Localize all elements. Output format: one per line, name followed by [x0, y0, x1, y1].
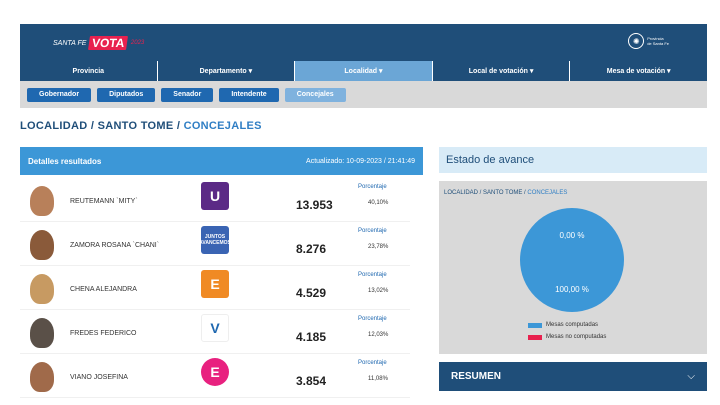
legend-swatch-not-computed	[528, 334, 542, 340]
candidate-avatar	[30, 362, 54, 392]
nav-provincia[interactable]: Provincia	[20, 61, 157, 81]
candidate-name: VIANO JOSEFINA	[70, 374, 128, 381]
percentage-label: Porcentaje	[358, 360, 387, 366]
progress-title: Estado de avance	[439, 147, 707, 173]
updated-timestamp: Actualizado: 10-09-2023 / 21:41:49	[306, 157, 415, 165]
progress-crumb-localidad[interactable]: LOCALIDAD	[444, 190, 478, 196]
party-logo: U	[201, 182, 229, 210]
resumen-accordion[interactable]: RESUMEN ⌵	[439, 362, 707, 391]
party-logo: JUNTOS AVANCEMOS	[199, 226, 231, 254]
candidate-votes: 4.529	[296, 286, 327, 300]
progress-crumb-santo-tome[interactable]: SANTO TOME	[483, 190, 522, 196]
party-logo: E	[201, 270, 229, 298]
candidate-name: ZAMORA ROSANA `CHANI`	[70, 242, 160, 249]
breadcrumb-localidad[interactable]: LOCALIDAD	[20, 120, 87, 132]
percentage-label: Porcentaje	[358, 228, 387, 234]
logo-prefix: SANTA FE	[53, 39, 87, 47]
legend-computed-label: Mesas computadas	[546, 322, 599, 328]
candidate-votes: 4.185	[296, 330, 327, 344]
breadcrumb-santo-tome[interactable]: SANTO TOME	[98, 120, 174, 132]
candidate-votes: 8.276	[296, 242, 327, 256]
breadcrumb: LOCALIDAD / SANTO TOME / CONCEJALES	[20, 120, 262, 132]
party-logo: V	[201, 314, 229, 342]
candidate-row: FREDES FEDERICO V 4.185 Porcentaje 12,03…	[20, 310, 410, 354]
progress-pie-chart: 0,00 % 100,00 %	[520, 208, 624, 312]
province-logo: ✺ Provincia de Santa Fe	[628, 33, 669, 49]
candidate-name: REUTEMANN `MITY`	[70, 198, 138, 205]
breadcrumb-concejales: CONCEJALES	[183, 120, 262, 132]
candidate-percentage: 11,08%	[368, 376, 388, 382]
nav-departamento[interactable]: Departamento ▾	[156, 61, 295, 81]
candidate-avatar	[30, 186, 54, 216]
candidate-name: CHENA ALEJANDRA	[70, 286, 137, 293]
chevron-down-icon: ⌵	[687, 371, 695, 382]
candidate-votes: 13.953	[296, 198, 333, 212]
nav-localidad[interactable]: Localidad ▾	[294, 61, 432, 81]
breadcrumb-sep: /	[87, 120, 98, 132]
tab-concejales[interactable]: Concejales	[284, 87, 346, 102]
percentage-label: Porcentaje	[358, 272, 387, 278]
candidate-percentage: 13,02%	[368, 288, 389, 294]
candidate-votes: 3.854	[296, 374, 327, 388]
top-header: SANTA FE VOTA 2023 ✺ Provincia de Santa …	[20, 24, 707, 81]
progress-panel: LOCALIDAD / SANTO TOME / CONCEJALES 0,00…	[439, 181, 707, 354]
candidate-row: VIANO JOSEFINA E 3.854 Porcentaje 11,08%	[20, 354, 410, 398]
main-nav: Provincia Departamento ▾ Localidad ▾ Loc…	[20, 61, 707, 81]
legend-swatch-computed	[528, 322, 542, 328]
candidate-percentage: 40,10%	[368, 200, 389, 206]
gov-line2: de Santa Fe	[647, 41, 669, 46]
percentage-label: Porcentaje	[358, 316, 387, 322]
computed-percentage: 100,00 %	[555, 285, 589, 294]
tab-diputados[interactable]: Diputados	[97, 87, 156, 102]
logo-year: 2023	[130, 40, 145, 46]
nav-mesa-votacion[interactable]: Mesa de votación ▾	[569, 61, 707, 81]
results-header: Detalles resultados Actualizado: 10-09-2…	[20, 147, 423, 175]
province-seal-icon: ✺	[628, 33, 645, 49]
logo-main: VOTA	[88, 36, 129, 50]
candidate-row: REUTEMANN `MITY` U 13.953 Porcentaje 40,…	[20, 178, 410, 222]
tab-senador[interactable]: Senador	[161, 87, 214, 102]
candidate-name: FREDES FEDERICO	[70, 330, 137, 337]
legend-not-computed-label: Mesas no computadas	[546, 334, 607, 340]
tab-gobernador[interactable]: Gobernador	[27, 87, 92, 102]
candidate-row: ZAMORA ROSANA `CHANI` JUNTOS AVANCEMOS 8.…	[20, 222, 410, 266]
candidate-avatar	[30, 274, 54, 304]
party-logo: E	[201, 358, 229, 386]
results-list: REUTEMANN `MITY` U 13.953 Porcentaje 40,…	[20, 178, 410, 398]
results-title: Detalles resultados	[28, 156, 102, 166]
percentage-label: Porcentaje	[358, 184, 387, 190]
nav-local-votacion[interactable]: Local de votación ▾	[431, 61, 570, 81]
tab-intendente[interactable]: Intendente	[219, 87, 279, 102]
candidate-avatar	[30, 318, 54, 348]
candidate-percentage: 12,03%	[368, 332, 389, 338]
progress-breadcrumb: LOCALIDAD / SANTO TOME / CONCEJALES	[444, 190, 568, 196]
category-tabs: Gobernador Diputados Senador Intendente …	[20, 81, 707, 108]
candidate-percentage: 23,78%	[368, 244, 389, 250]
not-computed-percentage: 0,00 %	[559, 231, 585, 240]
progress-crumb-concejales: CONCEJALES	[527, 190, 568, 196]
santa-fe-vota-logo[interactable]: SANTA FE VOTA 2023	[53, 36, 144, 50]
legend-computed: Mesas computadas	[528, 322, 598, 328]
legend-not-computed: Mesas no computadas	[528, 334, 606, 340]
breadcrumb-sep: /	[173, 120, 184, 132]
candidate-avatar	[30, 230, 54, 260]
resumen-label: RESUMEN	[451, 371, 502, 382]
candidate-row: CHENA ALEJANDRA E 4.529 Porcentaje 13,02…	[20, 266, 410, 310]
